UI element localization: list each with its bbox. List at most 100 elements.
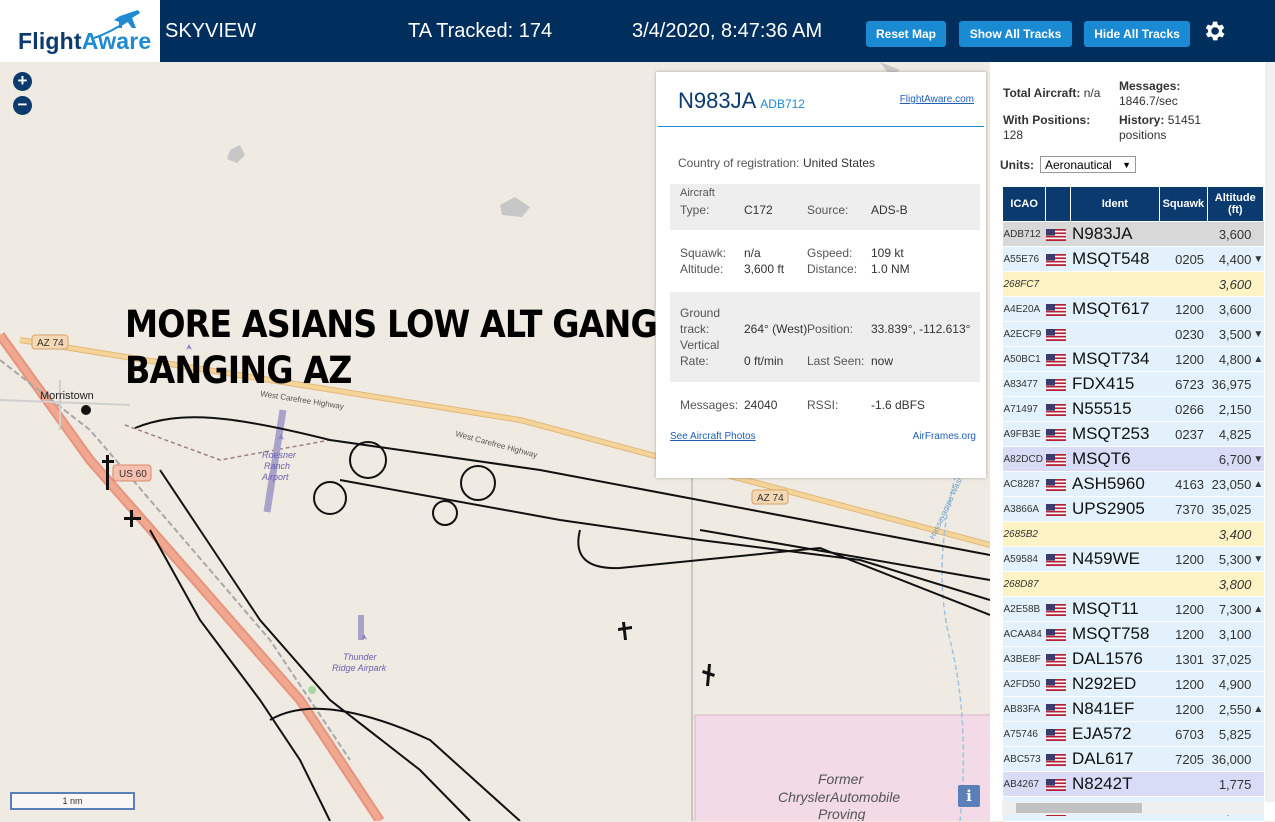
trend-arrow-icon: ▼ [1253,246,1264,272]
table-row[interactable]: ACAA84 MSQT758 1200 3,100 [1002,621,1264,647]
table-row[interactable]: 268FC7 3,600 [1002,271,1264,297]
altitude-cell: 3,600 [1207,221,1254,247]
squawk-cell: 7205 [1159,746,1208,772]
icao-cell: A3BE8F [1002,646,1046,672]
road-label: US 60 [119,469,147,480]
squawk-cell: 1200 [1159,596,1208,622]
aircraft-photos-link[interactable]: See Aircraft Photos [670,431,756,442]
icao-cell: A50BC1 [1002,346,1046,372]
squawk-cell: 6723 [1159,371,1208,397]
flag-icon [1045,271,1070,297]
table-row[interactable]: A59584 N459WE 1200 5,300 ▼ [1002,546,1264,572]
aircraft-icon [702,664,715,686]
trend-arrow-icon [1253,271,1264,297]
squawk-cell [1159,221,1208,247]
altitude-cell: 37,025 [1207,646,1254,672]
ident-cell: DAL1576 [1070,646,1160,672]
table-row[interactable]: A3866A UPS2905 7370 35,025 [1002,496,1264,522]
col-ident[interactable]: Ident [1069,186,1161,222]
hide-all-tracks-button[interactable]: Hide All Tracks [1084,21,1190,47]
squawk-cell: 0237 [1159,421,1208,447]
table-row[interactable]: 268D87 3,800 [1002,571,1264,597]
table-row[interactable]: AC8287 ASH5960 4163 23,050 ▲ [1002,471,1264,497]
trend-arrow-icon [1253,496,1264,522]
tracked-count: TA Tracked: 174 [408,20,553,42]
total-aircraft-stat: Total Aircraft: n/a [1003,86,1101,100]
icao-cell: A83477 [1002,371,1046,397]
show-all-tracks-button[interactable]: Show All Tracks [959,21,1072,47]
trend-arrow-icon [1253,421,1264,447]
col-icao[interactable]: ICAO [1001,186,1047,222]
icao-cell: A4E20A [1002,296,1046,322]
flag-icon [1045,696,1070,722]
trend-arrow-icon: ▲ [1253,471,1264,497]
track-row: Ground track: 264° (West) Position: 33.8… [670,292,980,382]
table-row[interactable]: A83477 FDX415 6723 36,975 [1002,371,1264,397]
icao-cell: A71497 [1002,396,1046,422]
squawk-cell: 1200 [1159,621,1208,647]
scrollbar-thumb[interactable] [1016,803,1142,813]
table-row[interactable]: AB4267 N8242T 1,775 [1002,771,1264,797]
reset-map-button[interactable]: Reset Map [866,21,946,47]
flag-icon [1045,671,1070,697]
flag-icon [1045,571,1070,597]
ident-cell: MSQT617 [1070,296,1160,322]
table-row[interactable]: A4E20A MSQT617 1200 3,600 [1002,296,1264,322]
squawk-cell: 1200 [1159,546,1208,572]
squawk-cell: 0205 [1159,246,1208,272]
ident-cell: MSQT758 [1070,621,1160,647]
ident-cell: DAL617 [1070,746,1160,772]
flag-icon [1045,621,1070,647]
airport-label: Ranch [264,461,290,471]
squawk-cell [1159,446,1208,472]
units-select[interactable]: Aeronautical ▼ [1040,156,1136,173]
flag-icon [1045,221,1070,247]
altitude-cell: 4,900 [1207,671,1254,697]
zoom-in-button[interactable]: + [13,72,32,91]
airport-label: Airport [261,472,289,482]
trend-arrow-icon [1253,521,1264,547]
flag-icon [1045,421,1070,447]
table-row[interactable]: A2E58B MSQT11 1200 7,300 ▲ [1002,596,1264,622]
table-row[interactable]: A2ECF9 0230 3,500 ▼ [1002,321,1264,347]
info-button[interactable]: i [958,785,980,807]
table-row[interactable]: A50BC1 MSQT734 1200 4,800 ▲ [1002,346,1264,372]
squawk-row: Squawk: n/a Gspeed: 109 kt Altitude: 3,6… [680,246,910,276]
top-bar: FlightAware SKYVIEW TA Tracked: 174 3/4/… [0,0,1275,62]
altitude-cell: 23,050 [1207,471,1254,497]
table-row[interactable]: A9FB3E MSQT253 0237 4,825 [1002,421,1264,447]
zoom-out-button[interactable]: − [13,96,32,115]
col-flag[interactable] [1045,186,1071,222]
table-row[interactable]: A71497 N55515 0266 2,150 [1002,396,1264,422]
table-row[interactable]: AB83FA N841EF 1200 2,550 ▲ [1002,696,1264,722]
flightaware-logo[interactable]: FlightAware [0,0,160,62]
icao-cell: A3866A [1002,496,1046,522]
table-row[interactable]: A3BE8F DAL1576 1301 37,025 [1002,646,1264,672]
table-row[interactable]: A55E76 MSQT548 0205 4,400 ▼ [1002,246,1264,272]
table-row[interactable]: 2685B2 3,400 [1002,521,1264,547]
altitude-cell: 36,975 [1207,371,1254,397]
airframes-link[interactable]: AirFrames.org [913,431,976,442]
col-altitude[interactable]: Altitude (ft) [1206,186,1265,222]
flightaware-link[interactable]: FlightAware.com [900,94,974,105]
gear-icon[interactable] [1201,18,1227,44]
area-label: ChryslerAutomobile [778,789,900,805]
ident-cell: N841EF [1070,696,1160,722]
table-row[interactable]: A82DCD MSQT6 6,700 ▼ [1002,446,1264,472]
trend-arrow-icon [1253,671,1264,697]
squawk-cell: 1301 [1159,646,1208,672]
ident-cell: MSQT734 [1070,346,1160,372]
table-row[interactable]: A2FD50 N292ED 1200 4,900 [1002,671,1264,697]
trend-arrow-icon: ▼ [1253,546,1264,572]
clock: 3/4/2020, 8:47:36 AM [632,20,823,42]
altitude-cell: 7,300 [1207,596,1254,622]
icao-cell: 268FC7 [1002,271,1046,297]
col-squawk[interactable]: Squawk [1159,186,1208,222]
app-name: SKYVIEW [165,20,257,42]
table-row[interactable]: A75746 EJA572 6703 5,825 [1002,721,1264,747]
road-label: West Carefree Highway [454,429,538,460]
vertical-scrollbar[interactable] [1265,62,1275,802]
table-row[interactable]: ABC573 DAL617 7205 36,000 [1002,746,1264,772]
table-row[interactable]: ADB712 N983JA 3,600 [1002,221,1264,247]
horizontal-scrollbar[interactable] [1002,801,1264,815]
